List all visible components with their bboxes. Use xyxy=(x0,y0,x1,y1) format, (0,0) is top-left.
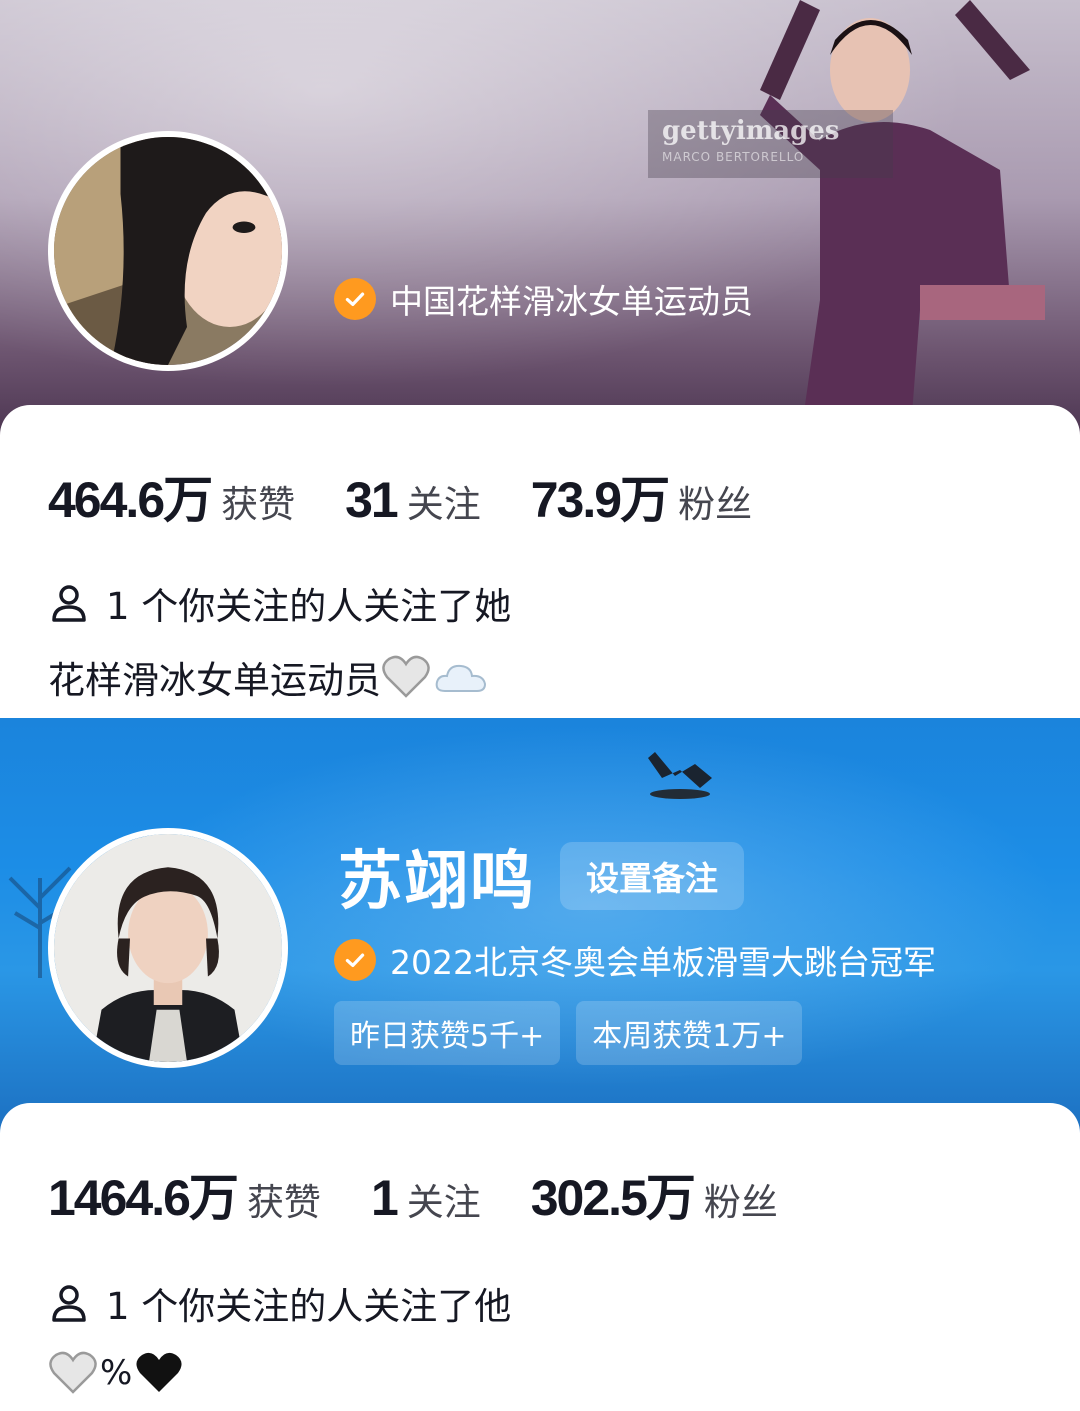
bio-text: 花样滑冰女单运动员 xyxy=(48,659,381,702)
stat-followers[interactable]: 302.5万 粉丝 xyxy=(531,1158,778,1230)
avatar-photo xyxy=(54,834,282,1062)
profile1-avatar[interactable] xyxy=(48,131,288,371)
following-label: 关注 xyxy=(406,483,481,526)
stat-following[interactable]: 1 关注 xyxy=(371,1169,481,1227)
likes-label: 获赞 xyxy=(246,1181,321,1224)
followers-label: 粉丝 xyxy=(678,483,753,526)
following-label: 关注 xyxy=(406,1181,481,1224)
bio-text: % xyxy=(100,1353,133,1393)
watermark-credit: MARCO BERTORELLO xyxy=(662,150,805,164)
following-count: 1 xyxy=(370,1170,399,1226)
followers-count: 73.9万 xyxy=(530,472,670,528)
profile2-verified-row: 2022北京冬奥会单板滑雪大跳台冠军 xyxy=(334,936,936,984)
tag-yesterday-likes[interactable]: 昨日获赞5千+ xyxy=(334,1001,561,1065)
stat-followers[interactable]: 73.9万 粉丝 xyxy=(531,460,752,532)
person-icon xyxy=(52,1285,86,1322)
followers-label: 粉丝 xyxy=(703,1181,778,1224)
followers-count: 302.5万 xyxy=(530,1170,696,1226)
mutual-text: 1 个你关注的人关注了他 xyxy=(106,1285,512,1328)
tag-week-likes[interactable]: 本周获赞1万+ xyxy=(576,1001,803,1065)
verified-title: 2022北京冬奥会单板滑雪大跳台冠军 xyxy=(390,943,936,982)
likes-count: 464.6万 xyxy=(48,472,213,528)
profile2-avatar[interactable] xyxy=(48,828,288,1068)
cloud-icon xyxy=(435,664,487,692)
black-heart-icon xyxy=(136,1352,182,1392)
stat-following[interactable]: 31 关注 xyxy=(345,471,481,529)
profile2-bio: % xyxy=(48,1350,184,1396)
profile2-stats: 1464.6万 获赞 1 关注 302.5万 粉丝 xyxy=(48,1158,778,1230)
profile1-stats: 464.6万 获赞 31 关注 73.9万 粉丝 xyxy=(48,460,752,532)
mutual-text: 1 个你关注的人关注了她 xyxy=(106,585,512,628)
profile2-mutual-follow[interactable]: 1 个你关注的人关注了他 xyxy=(48,1276,511,1330)
likes-count: 1464.6万 xyxy=(48,1170,239,1226)
white-heart-icon xyxy=(49,1351,97,1394)
profile2-tags: 昨日获赞5千+ 本周获赞1万+ xyxy=(334,1001,818,1065)
profile1-mutual-follow[interactable]: 1 个你关注的人关注了她 xyxy=(48,576,511,630)
white-heart-icon xyxy=(382,655,430,698)
watermark-brand: gettyimages xyxy=(662,116,840,146)
person-icon xyxy=(52,585,86,622)
banner-skater-figure xyxy=(760,0,1045,440)
profile1-bio: 花样滑冰女单运动员 xyxy=(48,650,487,704)
following-count: 31 xyxy=(345,472,399,528)
verified-badge-icon xyxy=(334,278,376,320)
profile1-verified-row: 中国花样滑冰女单运动员 xyxy=(334,275,753,323)
getty-watermark: gettyimages MARCO BERTORELLO xyxy=(648,110,893,178)
stat-likes[interactable]: 464.6万 获赞 xyxy=(48,460,295,532)
verified-title: 中国花样滑冰女单运动员 xyxy=(390,282,753,321)
verified-badge-icon xyxy=(334,939,376,981)
set-remark-button[interactable]: 设置备注 xyxy=(560,842,744,910)
profile2-name-row: 苏翊鸣 设置备注 xyxy=(338,830,744,922)
likes-label: 获赞 xyxy=(221,483,296,526)
banner-snowboarder-figure xyxy=(648,752,712,799)
stat-likes[interactable]: 1464.6万 获赞 xyxy=(48,1158,321,1230)
profile-name: 苏翊鸣 xyxy=(338,845,536,919)
avatar-photo xyxy=(54,137,282,365)
